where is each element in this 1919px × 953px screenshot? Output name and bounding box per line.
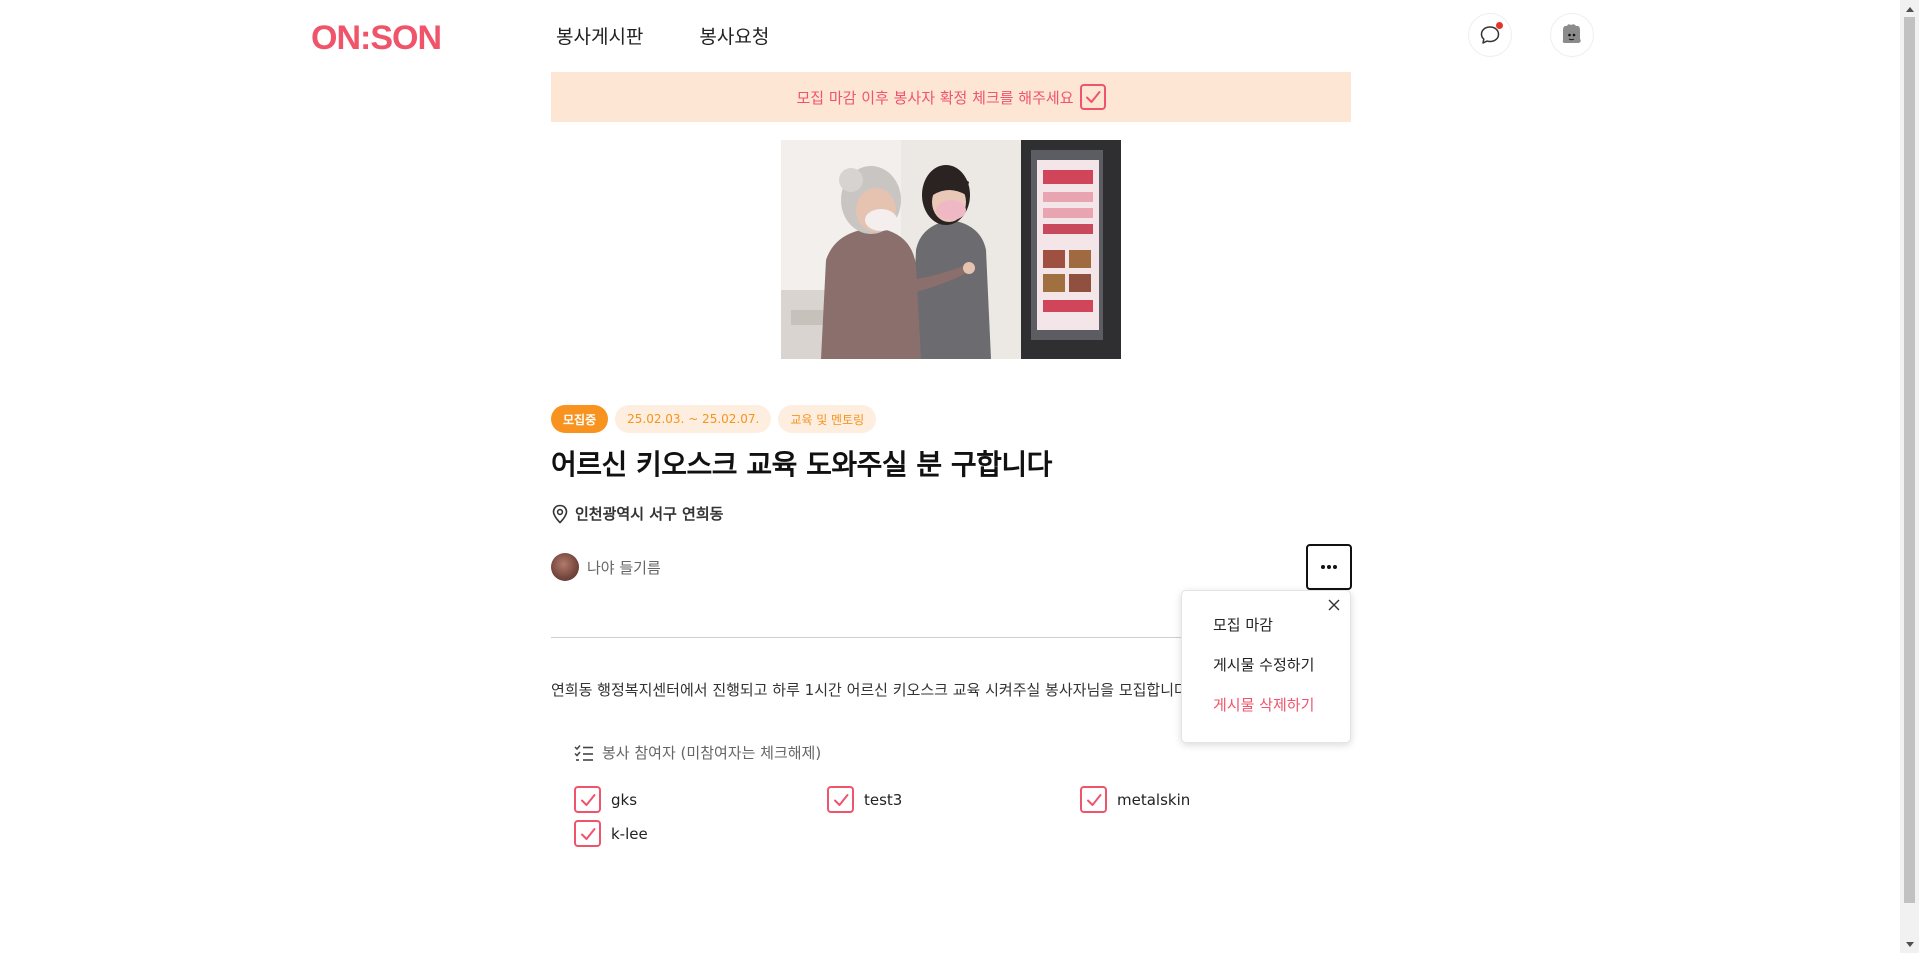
- post-tags: 모집중 25.02.03. ~ 25.02.07. 교육 및 멘토링: [551, 405, 877, 433]
- menu-close-recruitment[interactable]: 모집 마감: [1213, 614, 1273, 635]
- post-location: 인천광역시 서구 연희동: [551, 503, 723, 524]
- more-dots-icon: [1321, 565, 1337, 569]
- participant-item[interactable]: test3: [827, 786, 1080, 813]
- participant-checkbox[interactable]: [574, 786, 601, 813]
- participant-name: gks: [611, 790, 638, 809]
- confirm-volunteer-banner: 모집 마감 이후 봉사자 확정 체크를 해주세요: [551, 72, 1351, 122]
- participant-name: test3: [864, 790, 903, 809]
- participant-checkbox[interactable]: [574, 820, 601, 847]
- main-nav: 봉사게시판 봉사요청: [556, 24, 769, 50]
- check-icon: [1086, 793, 1101, 806]
- author-name: 나야 들기름: [587, 558, 661, 577]
- status-badge: 모집중: [551, 405, 609, 433]
- scrollbar-thumb[interactable]: [1904, 17, 1915, 903]
- check-icon: [580, 827, 595, 840]
- menu-edit-post[interactable]: 게시물 수정하기: [1213, 654, 1314, 675]
- header: ON:SON 봉사게시판 봉사요청: [0, 0, 1900, 75]
- participant-name: metalskin: [1117, 790, 1191, 809]
- post-title: 어르신 키오스크 교육 도와주실 분 구합니다: [551, 448, 1052, 481]
- more-options-button[interactable]: [1306, 544, 1352, 590]
- participant-item[interactable]: metalskin: [1080, 786, 1333, 813]
- participants-title: 봉사 참여자 (미참여자는 체크해제): [602, 744, 822, 762]
- participant-checkbox[interactable]: [1080, 786, 1107, 813]
- post-options-menu: 모집 마감 게시물 수정하기 게시물 삭제하기: [1181, 590, 1351, 743]
- location-text: 인천광역시 서구 연희동: [575, 505, 724, 523]
- author-avatar: [551, 553, 579, 581]
- close-icon[interactable]: [1326, 597, 1342, 613]
- chat-button[interactable]: [1468, 13, 1512, 57]
- check-icon: [833, 793, 848, 806]
- menu-delete-post[interactable]: 게시물 삭제하기: [1213, 694, 1314, 715]
- checkbox-icon: [1079, 84, 1106, 110]
- participant-checkbox[interactable]: [827, 786, 854, 813]
- participant-name: k-lee: [611, 824, 648, 843]
- location-pin-icon: [552, 504, 568, 524]
- participants-list: gks test3 metalskin k-lee: [574, 786, 1334, 847]
- profile-character-icon: [1562, 24, 1581, 43]
- category-badge: 교육 및 멘토링: [778, 405, 877, 433]
- post-author[interactable]: 나야 들기름: [551, 553, 661, 581]
- check-icon: [580, 793, 595, 806]
- scroll-up-arrow-icon[interactable]: [1900, 0, 1919, 17]
- checklist-icon: [574, 744, 593, 761]
- period-badge: 25.02.03. ~ 25.02.07.: [615, 405, 772, 433]
- notification-dot: [1496, 22, 1503, 29]
- post-description: 연희동 행정복지센터에서 진행되고 하루 1시간 어르신 키오스크 교육 시켜주…: [551, 681, 1188, 699]
- profile-avatar-button[interactable]: [1550, 13, 1594, 57]
- nav-volunteer-board[interactable]: 봉사게시판: [556, 24, 643, 50]
- logo[interactable]: ON:SON: [311, 20, 442, 56]
- scrollbar[interactable]: [1900, 0, 1919, 953]
- post-photo: [781, 140, 1121, 359]
- nav-volunteer-request[interactable]: 봉사요청: [699, 24, 769, 50]
- banner-text: 모집 마감 이후 봉사자 확정 체크를 해주세요: [796, 88, 1074, 107]
- participant-item[interactable]: gks: [574, 786, 827, 813]
- participant-item[interactable]: k-lee: [574, 820, 827, 847]
- scroll-down-arrow-icon[interactable]: [1900, 936, 1919, 953]
- participants-header: 봉사 참여자 (미참여자는 체크해제): [574, 742, 821, 763]
